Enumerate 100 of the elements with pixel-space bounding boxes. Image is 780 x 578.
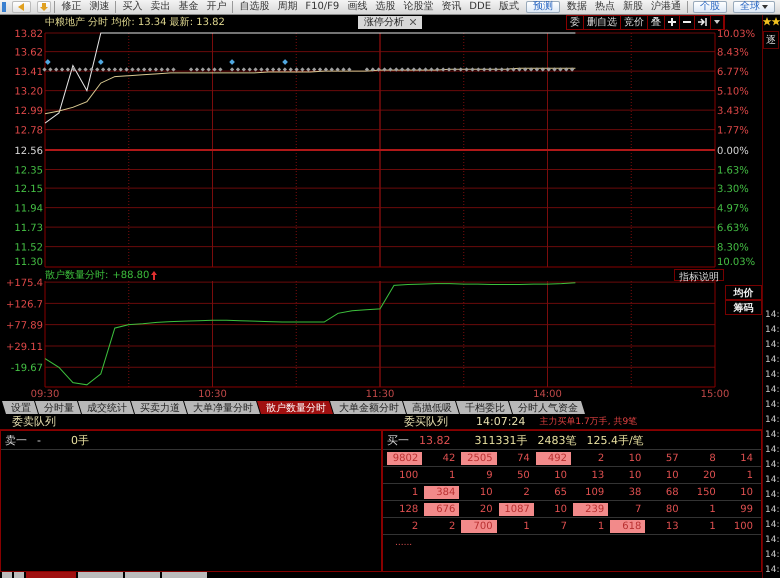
order-cell-text: 2 bbox=[410, 520, 420, 532]
trade-time: 14: bbox=[764, 399, 780, 412]
percent-axis-label: 4.97% bbox=[717, 204, 749, 215]
queue-time: 14:07:24 bbox=[476, 415, 526, 428]
price-axis-label: 12.15 bbox=[14, 184, 43, 196]
buy-queue-title: 委买队列 bbox=[404, 414, 449, 429]
price-axis-label: 12.56 bbox=[14, 146, 43, 157]
order-cell: 700 bbox=[461, 520, 497, 532]
queue-level: 买一 bbox=[387, 432, 409, 448]
price-axis-label: 11.94 bbox=[14, 204, 43, 215]
order-cell-text: 9 bbox=[485, 468, 494, 482]
trade-time: 14: bbox=[764, 429, 780, 442]
order-cell: 2505 bbox=[461, 452, 497, 464]
percent-axis-label: 1.77% bbox=[717, 126, 749, 137]
order-cell-text: 65 bbox=[553, 486, 568, 498]
percent-axis-label: 3.43% bbox=[717, 106, 749, 118]
order-cell-text: 38 bbox=[628, 486, 642, 498]
percent-axis-label: 0.00% bbox=[717, 146, 749, 157]
order-cell-text: 74 bbox=[516, 452, 531, 464]
trade-time: 14: bbox=[764, 519, 780, 532]
price-axis-label: 12.99 bbox=[14, 106, 43, 118]
order-cell-text: 2 bbox=[596, 452, 606, 464]
order-cell-text: 1 bbox=[746, 468, 754, 482]
order-cell-text: 1 bbox=[708, 520, 717, 532]
order-cell: 1087 bbox=[498, 502, 534, 516]
order-cell-text: 1 bbox=[448, 468, 456, 482]
queue-price: 13.82 bbox=[419, 434, 450, 446]
percent-axis-label: 5.10% bbox=[717, 86, 749, 98]
strip-title: 逐 bbox=[763, 31, 779, 49]
order-cell: 384 bbox=[424, 486, 460, 498]
indicator-reading: +88.80 bbox=[112, 270, 150, 280]
main-order-note: 主力买单1.7万手, 共9笔 bbox=[539, 416, 638, 428]
order-cell: 676 bbox=[424, 502, 460, 516]
order-cell-text: 20 bbox=[702, 468, 717, 482]
order-cell-text: 1 bbox=[410, 486, 420, 498]
order-cell-text: 10 bbox=[628, 468, 642, 482]
indicator-label: 散户数量分时: bbox=[44, 268, 108, 282]
order-cell-text: 2 bbox=[448, 520, 456, 532]
more-orders: ...... bbox=[394, 537, 414, 550]
trade-time: 14: bbox=[764, 459, 780, 472]
price-axis-label: 11.52 bbox=[14, 242, 43, 254]
order-cell-text: 57 bbox=[664, 452, 680, 464]
queue-level: 卖一 bbox=[5, 432, 27, 448]
percent-axis-label: 8.43% bbox=[717, 48, 749, 59]
trade-time: 14: bbox=[764, 309, 780, 322]
percent-axis-label: 10.03% bbox=[717, 257, 756, 268]
order-cell-text: 128 bbox=[398, 502, 420, 516]
queue-volume: 0手 bbox=[70, 432, 89, 448]
percent-axis-label: 8.30% bbox=[717, 242, 749, 254]
order-cell-text: 10 bbox=[478, 486, 494, 498]
order-cell-text: 13 bbox=[664, 520, 680, 532]
order-cell: 618 bbox=[610, 520, 646, 532]
queue-orders: 2483笔 bbox=[538, 432, 576, 448]
order-cell-text: 13 bbox=[590, 468, 606, 482]
trade-time: 14: bbox=[764, 549, 780, 562]
price-axis-label: 12.78 bbox=[14, 126, 43, 137]
time-axis-label: 09:30 bbox=[30, 389, 60, 400]
order-cell-text: 100 bbox=[398, 468, 420, 482]
order-cell-text: 10 bbox=[628, 452, 642, 464]
indicator-axis-label: +175.4 bbox=[6, 278, 43, 290]
trade-time: 14: bbox=[764, 354, 780, 367]
order-cell-text: 10 bbox=[664, 468, 680, 482]
price-axis-label: 12.35 bbox=[14, 166, 43, 176]
order-cell-text: 42 bbox=[442, 452, 456, 464]
order-cell-text: 68 bbox=[664, 486, 680, 498]
tab-label: 涨停分析 bbox=[364, 16, 404, 29]
stock-quote-title: 中粮地产 分时 均价: 13.34 最新: 13.82 bbox=[44, 16, 226, 29]
trade-time: 14: bbox=[764, 339, 780, 352]
trade-time: 14: bbox=[764, 534, 780, 547]
price-axis-label: 13.82 bbox=[14, 29, 43, 40]
order-cell-text: 50 bbox=[516, 468, 531, 482]
order-cell: 239 bbox=[573, 502, 608, 516]
order-cell-text: 99 bbox=[739, 502, 754, 516]
price-axis-label: 13.20 bbox=[14, 86, 43, 98]
trade-time: 14: bbox=[764, 444, 780, 457]
sell-queue-title: 委卖队列 bbox=[11, 414, 57, 429]
order-cell-text: 1 bbox=[596, 520, 606, 532]
order-cell-text: 109 bbox=[584, 486, 606, 498]
trade-time: 14: bbox=[764, 324, 780, 337]
trade-time: 14: bbox=[764, 369, 780, 382]
indicator-axis-label: +126.7 bbox=[6, 299, 43, 310]
order-cell-text: 80 bbox=[664, 502, 680, 516]
time-axis-label: 10:30 bbox=[198, 389, 227, 400]
trade-time: 14: bbox=[764, 384, 780, 397]
price-axis-label: 13.41 bbox=[14, 67, 43, 78]
trade-time: 14: bbox=[764, 474, 780, 487]
percent-axis-label: 3.30% bbox=[717, 184, 749, 196]
trade-time: 14: bbox=[764, 564, 780, 577]
indicator-axis-label: +77.89 bbox=[6, 320, 43, 332]
percent-axis-label: 6.77% bbox=[717, 67, 749, 78]
order-cell-text: 10 bbox=[739, 486, 754, 498]
order-cell-text: 8 bbox=[708, 452, 717, 464]
percent-axis-label: 10.03% bbox=[717, 29, 756, 40]
price-axis-label: 11.73 bbox=[14, 223, 43, 234]
order-cell-text: 1 bbox=[708, 502, 717, 516]
order-cell-text: 14 bbox=[739, 452, 754, 464]
price-axis-label: 11.30 bbox=[14, 257, 43, 268]
order-cell-text: 10 bbox=[553, 502, 568, 516]
price-axis-label: 13.62 bbox=[14, 48, 43, 59]
order-cell-text: 150 bbox=[696, 486, 717, 498]
